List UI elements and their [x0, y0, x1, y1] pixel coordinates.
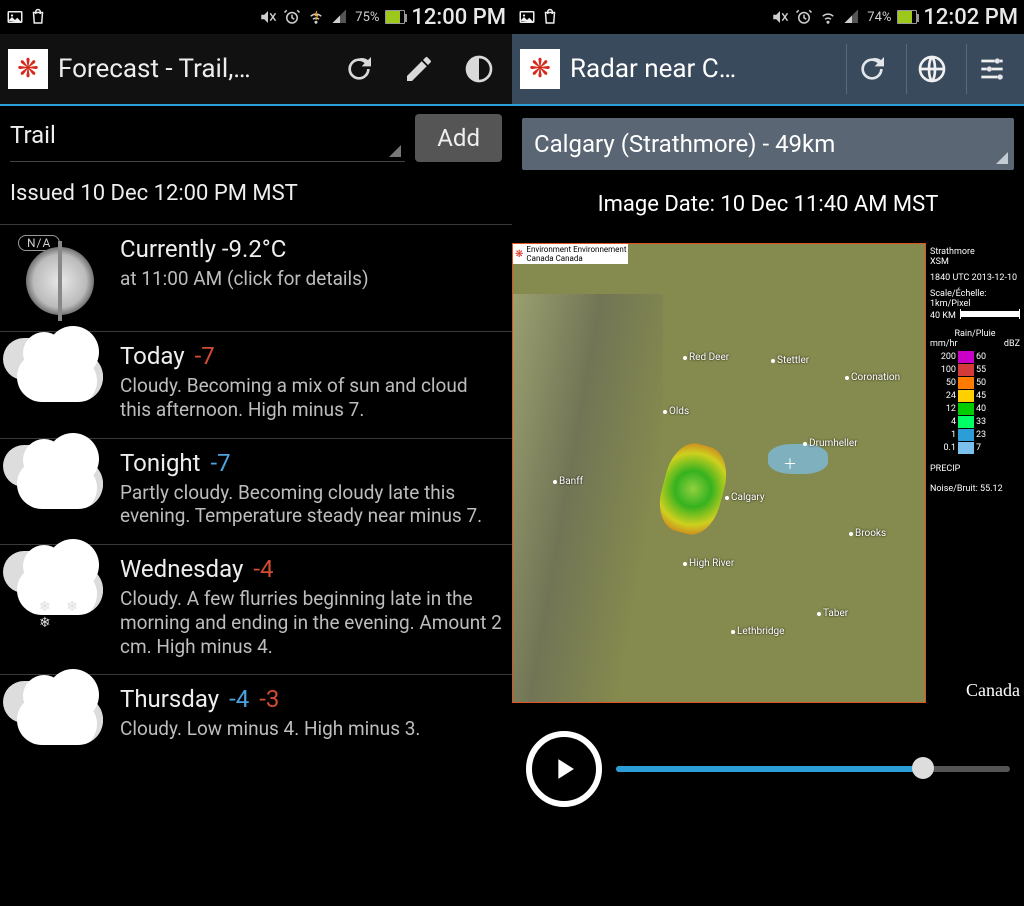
current-sub: at 11:00 AM (click for details) — [120, 267, 502, 291]
canada-wordmark: Canada — [930, 680, 1020, 701]
app-bar: ❋ Forecast - Trail,… — [0, 34, 512, 106]
city-label: Banff — [559, 476, 583, 487]
clock: 12:00 PM — [411, 5, 506, 30]
radar-legend: Strathmore XSM 1840 UTC 2013-12-10 Scale… — [926, 243, 1024, 703]
battery-pct: 75% — [355, 10, 379, 25]
cloud-icon — [17, 352, 103, 402]
city-label: Taber — [823, 608, 848, 619]
forecast-period: Today-7 — [120, 342, 502, 370]
legend-col-head: Rain/Pluie — [930, 329, 1020, 339]
radar-center-icon: ＋ — [783, 454, 797, 474]
appbar-title: Radar near C… — [570, 54, 736, 84]
legend-precip: PRECIP — [930, 464, 1020, 474]
cloud-icon — [17, 695, 103, 745]
edit-button[interactable] — [394, 44, 444, 94]
city-label: Calgary — [731, 492, 765, 503]
play-button[interactable] — [526, 731, 602, 807]
forecast-row[interactable]: Thursday-4-3 Cloudy. Low minus 4. High mi… — [0, 674, 512, 761]
alarm-icon — [283, 8, 301, 26]
wifi-icon — [819, 8, 837, 26]
signal-icon — [843, 8, 861, 26]
forecast-period: Thursday-4-3 — [120, 685, 502, 713]
app-bar: ❋ Radar near C… — [512, 34, 1024, 106]
status-bar: 74% 12:02 PM — [512, 0, 1024, 34]
legend-code: XSM — [930, 257, 1020, 267]
screen-forecast: 75% 12:00 PM ❋ Forecast - Trail,… Trail … — [0, 0, 512, 906]
forecast-list: N/A Currently -9.2°C at 11:00 AM (click … — [0, 224, 512, 906]
gallery-icon — [6, 8, 24, 26]
screen-radar: 74% 12:02 PM ❋ Radar near C… Calgary (St… — [512, 0, 1024, 906]
city-row: Trail Add — [0, 106, 512, 167]
status-bar: 75% 12:00 PM — [0, 0, 512, 34]
battery-icon — [385, 10, 405, 24]
legend-site: Strathmore — [930, 247, 1020, 257]
city-label: Stettler — [777, 355, 809, 366]
city-label: Drumheller — [809, 438, 858, 449]
forecast-desc: Cloudy. A few flurries beginning late in… — [120, 587, 502, 658]
precip-overlay — [652, 438, 733, 540]
radar-map[interactable]: ＋ ❋ Environment EnvironnementCanada Cana… — [512, 243, 926, 703]
station-select[interactable]: Calgary (Strathmore) - 49km — [522, 118, 1014, 170]
alarm-icon — [795, 8, 813, 26]
battery-icon — [897, 10, 917, 24]
city-label: Red Deer — [689, 352, 729, 363]
forecast-row[interactable]: Tonight-7 Partly cloudy. Becoming cloudy … — [0, 438, 512, 545]
canada-flag-icon: ❋ — [520, 49, 560, 89]
city-label: Brooks — [855, 528, 886, 539]
timeline-slider[interactable] — [616, 766, 1010, 772]
appbar-title: Forecast - Trail,… — [58, 54, 251, 84]
mute-icon — [259, 8, 277, 26]
playback-row — [512, 703, 1024, 815]
mute-icon — [771, 8, 789, 26]
legend-time: 1840 UTC 2013-12-10 — [930, 273, 1020, 283]
forecast-desc: Partly cloudy. Becoming cloudy late this… — [120, 481, 502, 529]
forecast-desc: Cloudy. Becoming a mix of sun and cloud … — [120, 374, 502, 422]
signal-icon — [331, 8, 349, 26]
current-temp: Currently -9.2°C — [120, 235, 502, 263]
city-label: Olds — [669, 406, 689, 417]
clock: 12:02 PM — [923, 5, 1018, 30]
radar-frame: ＋ ❋ Environment EnvironnementCanada Cana… — [512, 243, 1024, 703]
city-select[interactable]: Trail — [10, 115, 405, 162]
cloud-icon — [17, 459, 103, 509]
city-label: High River — [689, 558, 734, 569]
forecast-period: Tonight-7 — [120, 449, 502, 477]
shopping-icon — [541, 8, 559, 26]
gallery-icon — [518, 8, 536, 26]
sun-icon — [26, 247, 94, 315]
refresh-button[interactable] — [846, 44, 896, 94]
settings-sliders-button[interactable] — [966, 44, 1016, 94]
forecast-row[interactable]: ❄ ❄ ❄ Wednesday-4 Cloudy. A few flurries b… — [0, 544, 512, 674]
time-button[interactable] — [454, 44, 504, 94]
legend-noise: Noise/Bruit: 55.12 — [930, 484, 1020, 494]
canada-flag-icon: ❋ — [8, 49, 48, 89]
battery-pct: 74% — [867, 10, 891, 25]
add-button[interactable]: Add — [415, 114, 502, 162]
shopping-icon — [29, 8, 47, 26]
snow-cloud-icon: ❄ ❄ ❄ — [17, 565, 103, 615]
globe-button[interactable] — [906, 44, 956, 94]
city-label: Lethbridge — [737, 626, 784, 637]
legend-scale: Scale/Échelle: 1km/Pixel — [930, 289, 1020, 309]
forecast-desc: Cloudy. Low minus 4. High minus 3. — [120, 717, 502, 741]
forecast-period: Wednesday-4 — [120, 555, 502, 583]
image-date: Image Date: 10 Dec 11:40 AM MST — [512, 176, 1024, 243]
agency-tag: ❋ Environment EnvironnementCanada Canada — [513, 244, 628, 264]
current-row[interactable]: N/A Currently -9.2°C at 11:00 AM (click … — [0, 224, 512, 331]
city-label: Coronation — [851, 372, 900, 383]
forecast-row[interactable]: Today-7 Cloudy. Becoming a mix of sun and… — [0, 331, 512, 438]
wifi-icon — [307, 8, 325, 26]
issued-text: Issued 10 Dec 12:00 PM MST — [0, 167, 512, 224]
refresh-button[interactable] — [334, 44, 384, 94]
